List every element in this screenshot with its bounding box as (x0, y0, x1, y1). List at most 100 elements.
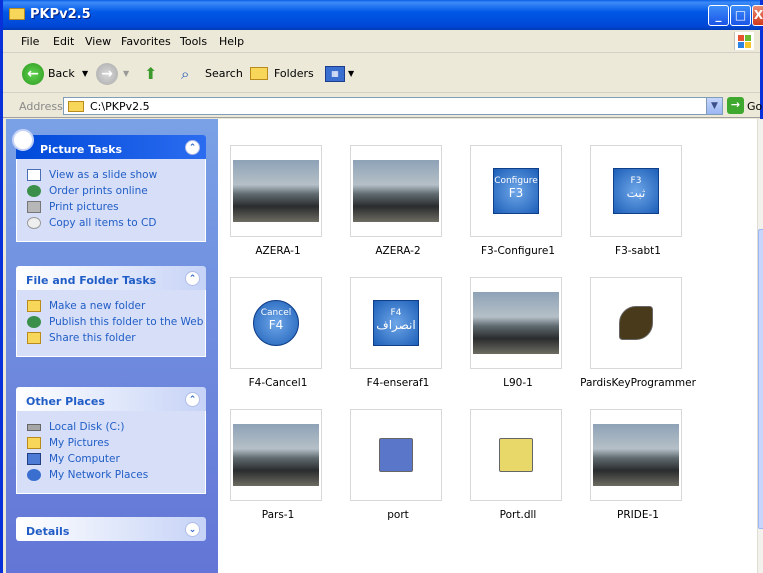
thumbnail-frame[interactable]: Cancel F4 (230, 277, 322, 369)
task-pane: Picture Tasks ⌃ View as a slide show Ord… (6, 119, 218, 573)
network-icon (27, 469, 41, 481)
file-thumbnail[interactable]: PRIDE-1 (578, 409, 698, 539)
other-places-header[interactable]: Other Places ⌃ (16, 387, 206, 411)
task-label: Share this folder (49, 332, 136, 344)
panel-title: Other Places (26, 395, 105, 408)
file-thumbnail[interactable]: Configure F3 F3-Configure1 (458, 145, 578, 275)
folder-icon (9, 8, 25, 20)
task-label: My Pictures (49, 437, 110, 449)
search-icon: ⌕ (181, 65, 190, 83)
place-my-computer[interactable]: My Computer (27, 453, 205, 465)
thumbnail-frame[interactable] (230, 145, 322, 237)
menu-file[interactable]: File (21, 35, 39, 48)
menu-help[interactable]: Help (219, 35, 244, 48)
collapse-icon[interactable]: ⌃ (185, 140, 200, 155)
task-slide-show[interactable]: View as a slide show (27, 169, 205, 181)
forward-button[interactable]: → (96, 63, 118, 85)
place-local-disk[interactable]: Local Disk (C:) (27, 421, 205, 433)
menu-edit[interactable]: Edit (53, 35, 74, 48)
minimize-button[interactable]: _ (708, 5, 729, 26)
back-button[interactable]: Back (48, 62, 75, 86)
vertical-scrollbar[interactable] (757, 119, 763, 573)
thumbnail-frame[interactable]: F3 ثبت (590, 145, 682, 237)
go-button[interactable]: Go (747, 100, 762, 113)
thumbnail-frame[interactable]: F4 انصراف (350, 277, 442, 369)
file-name[interactable]: F3-Configure1 (448, 245, 588, 257)
thumbnail-frame[interactable] (470, 409, 562, 501)
task-order-prints[interactable]: Order prints online (27, 185, 205, 197)
file-name[interactable]: F4-enseraf1 (328, 377, 468, 389)
forward-dropdown-icon[interactable]: ▼ (123, 62, 129, 86)
details-panel: Details ⌄ (16, 517, 206, 541)
file-thumbnail[interactable]: L90-1 (458, 277, 578, 407)
menu-view[interactable]: View (85, 35, 111, 48)
address-input[interactable]: C:\PKPv2.5 ▼ (63, 97, 723, 115)
car-photo (353, 160, 439, 222)
thumbnail-frame[interactable] (590, 409, 682, 501)
maximize-button[interactable]: □ (730, 5, 751, 26)
search-button[interactable]: Search (205, 62, 243, 86)
file-name[interactable]: AZERA-2 (328, 245, 468, 257)
file-name[interactable]: F3-sabt1 (568, 245, 708, 257)
file-thumbnail[interactable]: PardisKeyProgrammer (578, 277, 698, 407)
file-thumbnail[interactable]: AZERA-1 (218, 145, 338, 275)
task-label: My Computer (49, 453, 120, 465)
collapse-icon[interactable]: ⌃ (185, 271, 200, 286)
thumbnail-frame[interactable] (230, 409, 322, 501)
back-dropdown-icon[interactable]: ▼ (82, 62, 88, 86)
close-button[interactable]: X (752, 5, 763, 26)
picture-tasks-list: View as a slide show Order prints online… (16, 159, 206, 242)
task-new-folder[interactable]: Make a new folder (27, 300, 205, 312)
thumbnail-frame[interactable] (350, 409, 442, 501)
thumbnail-frame[interactable] (470, 277, 562, 369)
chevron-down-icon[interactable]: ▼ (706, 98, 722, 114)
button-line-2: ثبت (626, 186, 646, 200)
views-dropdown-icon[interactable]: ▼ (348, 62, 354, 86)
menu-favorites[interactable]: Favorites (121, 35, 171, 48)
file-folder-tasks-panel: File and Folder Tasks ⌃ Make a new folde… (16, 266, 206, 357)
file-thumbnail[interactable]: Pars-1 (218, 409, 338, 539)
collapse-icon[interactable]: ⌃ (185, 392, 200, 407)
file-thumbnail[interactable]: port (338, 409, 458, 539)
address-label: Address (19, 100, 63, 113)
file-thumbnail[interactable]: F3 ثبت F3-sabt1 (578, 145, 698, 275)
task-print-pictures[interactable]: Print pictures (27, 201, 205, 213)
file-thumbnail[interactable]: Cancel F4 F4-Cancel1 (218, 277, 338, 407)
folders-button[interactable]: Folders (274, 62, 314, 86)
expand-icon[interactable]: ⌄ (185, 522, 200, 537)
file-thumbnail[interactable]: AZERA-2 (338, 145, 458, 275)
thumbnail-frame[interactable] (590, 277, 682, 369)
picture-tasks-header[interactable]: Picture Tasks ⌃ (12, 129, 206, 159)
title-bar[interactable]: PKPv2.5 _ □ X (3, 0, 763, 30)
task-label: View as a slide show (49, 169, 158, 181)
window-title: PKPv2.5 (30, 7, 91, 22)
file-name[interactable]: PRIDE-1 (568, 509, 708, 521)
go-arrow-icon[interactable]: → (727, 97, 744, 114)
scroll-thumb[interactable] (758, 229, 763, 529)
back-arrow-icon[interactable]: ← (22, 63, 44, 85)
place-my-pictures[interactable]: My Pictures (27, 437, 205, 449)
other-places-panel: Other Places ⌃ Local Disk (C:) My Pictur… (16, 387, 206, 494)
task-share-folder[interactable]: Share this folder (27, 332, 205, 344)
task-label: Copy all items to CD (49, 217, 157, 229)
new-folder-icon (27, 300, 41, 312)
file-thumbnail[interactable]: Port.dll (458, 409, 578, 539)
thumbnail-frame[interactable]: Configure F3 (470, 145, 562, 237)
thumbnail-frame[interactable] (350, 145, 442, 237)
up-folder-icon[interactable]: ⬆ (144, 62, 157, 86)
file-thumbnail[interactable]: F4 انصراف F4-enseraf1 (338, 277, 458, 407)
address-value[interactable]: C:\PKPv2.5 (90, 100, 150, 113)
menu-tools[interactable]: Tools (180, 35, 207, 48)
views-icon[interactable]: ▦ (325, 66, 345, 82)
file-name[interactable]: port (328, 509, 468, 521)
file-name[interactable]: L90-1 (448, 377, 588, 389)
file-name[interactable]: PardisKeyProgrammer (568, 377, 708, 389)
file-name[interactable]: Port.dll (448, 509, 588, 521)
file-folder-tasks-header[interactable]: File and Folder Tasks ⌃ (16, 266, 206, 290)
place-network[interactable]: My Network Places (27, 469, 205, 481)
task-copy-cd[interactable]: Copy all items to CD (27, 217, 205, 229)
task-publish-web[interactable]: Publish this folder to the Web (27, 316, 205, 328)
picture-tasks-panel: Picture Tasks ⌃ View as a slide show Ord… (12, 129, 206, 242)
slideshow-icon (27, 169, 41, 181)
details-header[interactable]: Details ⌄ (16, 517, 206, 541)
